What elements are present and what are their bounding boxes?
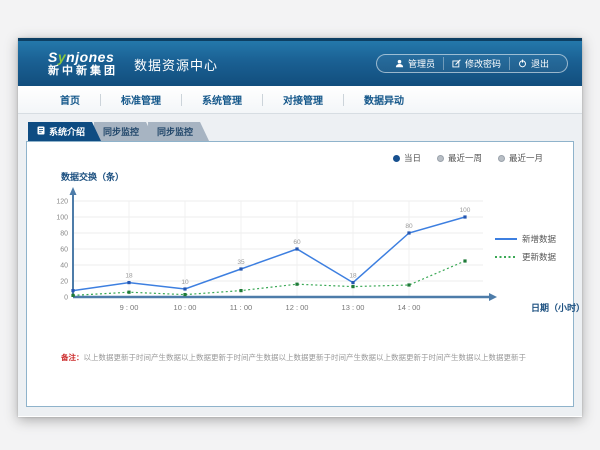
logo-letter: S (48, 49, 58, 65)
radio-label: 当日 (404, 152, 421, 164)
tab-sync-monitor-1[interactable]: 同步监控 (94, 122, 155, 141)
nav-item-system-mgmt[interactable]: 系统管理 (182, 92, 262, 107)
change-password-label: 修改密码 (465, 57, 501, 70)
tab-label: 系统介绍 (49, 125, 85, 138)
svg-text:日期（小时）: 日期（小时） (531, 302, 579, 313)
svg-text:10 : 00: 10 : 00 (174, 303, 197, 312)
brand-logo: Synjones 新中新集团 (48, 50, 118, 77)
radio-label: 最近一周 (448, 152, 482, 164)
page-title: 数据资源中心 (134, 55, 218, 74)
content-area: 系统介绍 同步监控 同步监控 当日 最近一周 (18, 114, 582, 416)
svg-text:80: 80 (60, 231, 68, 238)
nav-item-interface-mgmt[interactable]: 对接管理 (263, 92, 343, 107)
header: Synjones 新中新集团 数据资源中心 管理员 修改密码 退出 (18, 38, 582, 86)
logo-letters: njones (66, 49, 114, 65)
app-window: Synjones 新中新集团 数据资源中心 管理员 修改密码 退出 首页 标准管… (18, 38, 582, 417)
svg-text:0: 0 (64, 295, 68, 302)
svg-text:20: 20 (60, 279, 68, 286)
nav-item-standard-mgmt[interactable]: 标准管理 (101, 92, 181, 107)
svg-text:120: 120 (56, 199, 68, 206)
tab-bar: 系统介绍 同步监控 同步监控 (28, 122, 574, 141)
radio-last-month[interactable]: 最近一月 (498, 152, 543, 164)
person-icon (395, 59, 404, 68)
svg-text:60: 60 (293, 239, 301, 246)
edit-icon (452, 59, 461, 68)
logout-button[interactable]: 退出 (509, 57, 557, 70)
svg-text:100: 100 (56, 215, 68, 222)
brand-logo-text: Synjones (48, 50, 118, 64)
svg-text:11 : 00: 11 : 00 (230, 303, 252, 312)
radio-today[interactable]: 当日 (393, 152, 421, 164)
radio-dot-icon (437, 155, 444, 162)
svg-text:100: 100 (460, 207, 471, 214)
svg-text:18: 18 (125, 273, 133, 280)
tab-label: 同步监控 (103, 125, 139, 138)
logo-letter-accent: y (58, 49, 66, 65)
document-icon (37, 126, 45, 137)
nav-item-data-change[interactable]: 数据异动 (344, 92, 424, 107)
current-user-button[interactable]: 管理员 (387, 57, 443, 70)
tab-system-intro[interactable]: 系统介绍 (28, 122, 101, 141)
svg-text:9 : 00: 9 : 00 (120, 303, 139, 312)
main-nav: 首页 标准管理 系统管理 对接管理 数据异动 (18, 86, 582, 114)
power-icon (518, 59, 527, 68)
footnote-prefix: 备注： (61, 353, 84, 362)
footnote-text: 以上数据更新于时间产生数据以上数据更新于时间产生数据以上数据更新于时间产生数据以… (84, 353, 527, 362)
chart-canvas: 0 20 40 60 80 100 120 9 : 00 10 : 00 11 : 00 12 : … (43, 185, 579, 323)
svg-text:新增数据: 新增数据 (522, 234, 557, 244)
change-password-button[interactable]: 修改密码 (443, 57, 509, 70)
time-range-filter: 当日 最近一周 最近一月 (39, 152, 561, 164)
svg-text:60: 60 (60, 247, 68, 254)
y-axis-title: 数据交换（条） (61, 170, 561, 183)
svg-text:13 : 00: 13 : 00 (342, 303, 365, 312)
svg-text:14 : 00: 14 : 00 (398, 303, 421, 312)
svg-text:40: 40 (60, 263, 68, 270)
nav-item-home[interactable]: 首页 (40, 92, 100, 107)
chart-panel: 当日 最近一周 最近一月 数据交换（条） 0 20 40 60 80 100 120 9 : … (26, 141, 574, 407)
svg-text:10: 10 (181, 279, 189, 286)
svg-text:12 : 00: 12 : 00 (286, 303, 309, 312)
svg-text:18: 18 (349, 273, 357, 280)
radio-dot-icon (393, 155, 400, 162)
svg-text:更新数据: 更新数据 (522, 252, 557, 262)
radio-dot-icon (498, 155, 505, 162)
tab-sync-monitor-2[interactable]: 同步监控 (148, 122, 209, 141)
tab-label: 同步监控 (157, 125, 193, 138)
current-user-label: 管理员 (408, 57, 435, 70)
footnote: 备注：以上数据更新于时间产生数据以上数据更新于时间产生数据以上数据更新于时间产生… (61, 352, 561, 363)
radio-label: 最近一月 (509, 152, 543, 164)
svg-text:80: 80 (405, 223, 413, 230)
radio-last-week[interactable]: 最近一周 (437, 152, 482, 164)
svg-text:35: 35 (237, 259, 245, 266)
brand-logo-cn: 新中新集团 (48, 66, 118, 77)
logout-label: 退出 (531, 57, 549, 70)
line-chart: 0 20 40 60 80 100 120 9 : 00 10 : 00 11 : 00 12 : … (43, 185, 561, 328)
user-toolbar: 管理员 修改密码 退出 (376, 54, 568, 73)
